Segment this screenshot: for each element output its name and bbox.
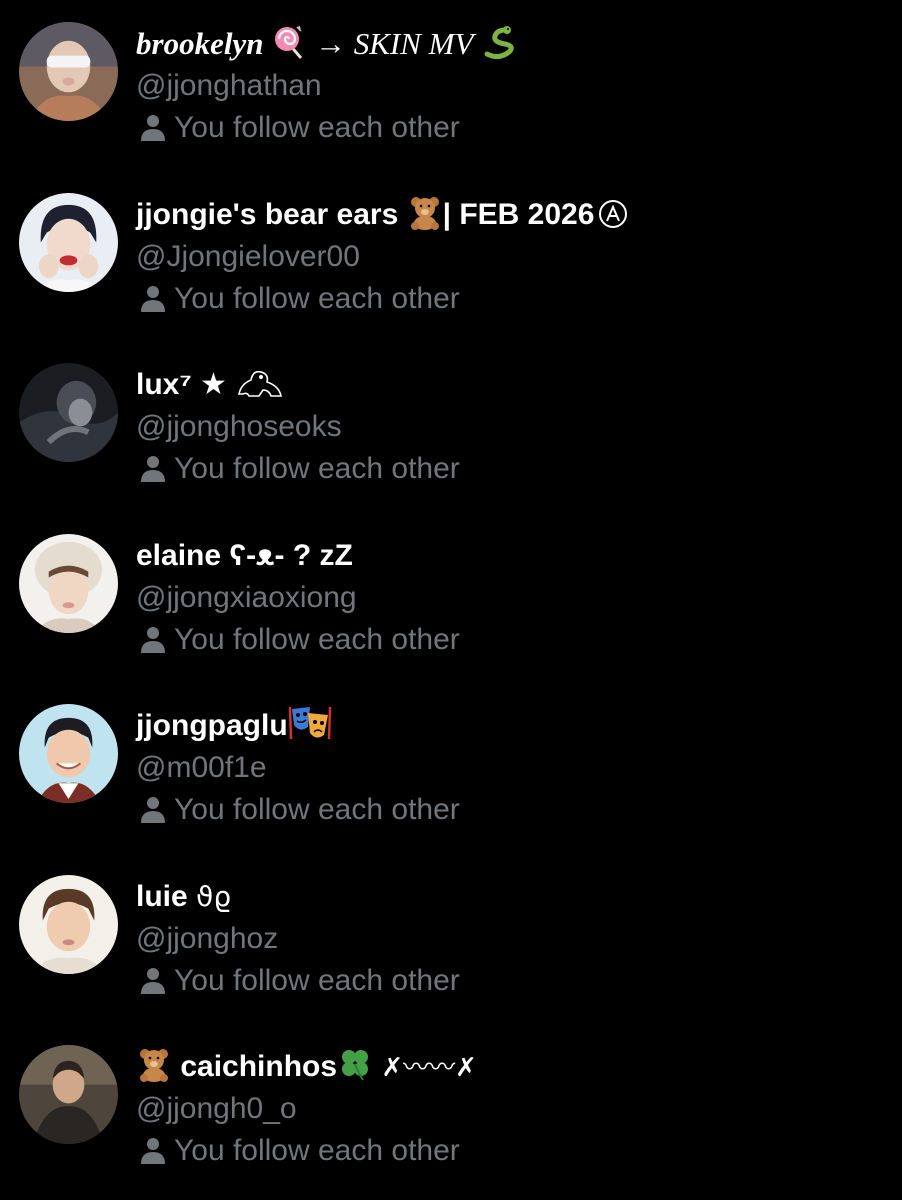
four-leaf-clover-emoji [337, 1046, 373, 1082]
person-icon [140, 625, 166, 653]
display-name[interactable]: luie ϑϱ [136, 875, 231, 919]
display-name[interactable]: lux⁷ ★ [136, 363, 285, 407]
user-handle[interactable]: @jjonghoseoks [136, 407, 342, 447]
follow-status-text: You follow each other [174, 111, 460, 144]
user-handle[interactable]: @jjongh0_o [136, 1089, 297, 1129]
avatar[interactable] [19, 1045, 118, 1144]
follow-status-text: You follow each other [174, 623, 460, 656]
teddy-bear-emoji [136, 1046, 172, 1082]
display-name[interactable]: brookelyn → SKIN MV [136, 22, 517, 66]
avatar[interactable] [19, 22, 118, 121]
avatar[interactable] [19, 704, 118, 803]
person-icon [140, 113, 166, 141]
display-name-text: lux⁷ ★ [136, 368, 236, 401]
display-name[interactable]: jjongie's bear ears | FEB 2026 [136, 193, 628, 237]
avatar[interactable] [19, 193, 118, 292]
avatar[interactable] [19, 875, 118, 974]
user-handle[interactable]: @jjonghoz [136, 919, 278, 959]
user-row[interactable]: jjongpaglu @m00f1e You follow each other [0, 682, 902, 842]
person-icon [140, 1136, 166, 1164]
person-icon [140, 454, 166, 482]
display-name-text: elaine ʕ-ᴥ- ? zZ [136, 539, 353, 572]
user-handle[interactable]: @jjongxiaoxiong [136, 578, 357, 618]
circled-a-icon [598, 199, 628, 229]
person-icon [140, 966, 166, 994]
follow-status-text: You follow each other [174, 964, 460, 997]
user-row[interactable]: luie ϑϱ @jjonghoz You follow each other [0, 853, 902, 1013]
person-icon [140, 795, 166, 823]
display-name-text: jjongpaglu [136, 709, 288, 742]
follow-status: You follow each other [140, 279, 460, 319]
follow-status: You follow each other [140, 449, 460, 489]
user-row[interactable]: jjongie's bear ears | FEB 2026 @Jjongiel… [0, 171, 902, 331]
user-handle[interactable]: @Jjongielover00 [136, 237, 360, 277]
display-name-text: brookelyn [136, 26, 264, 61]
follow-status: You follow each other [140, 1131, 460, 1171]
display-name[interactable]: elaine ʕ-ᴥ- ? zZ [136, 534, 353, 578]
follow-status-text: You follow each other [174, 793, 460, 826]
performing-arts-emoji [288, 705, 332, 741]
display-name-suffix: → SKIN MV [314, 26, 481, 61]
user-row[interactable]: elaine ʕ-ᴥ- ? zZ @jjongxiaoxiong You fol… [0, 512, 902, 672]
user-row[interactable]: lux⁷ ★ @jjonghoseoks You follow each oth… [0, 341, 902, 501]
user-row[interactable]: caichinhos ✗〰〰✗ @jjongh0_o You follow ea… [0, 1023, 902, 1183]
avatar[interactable] [19, 363, 118, 462]
snake-emoji [481, 24, 517, 60]
follow-status: You follow each other [140, 961, 460, 1001]
display-name-suffix: ✗〰〰✗ [373, 1053, 477, 1083]
lollipop-emoji [271, 24, 307, 60]
follow-status-text: You follow each other [174, 452, 460, 485]
user-handle[interactable]: @m00f1e [136, 748, 267, 788]
frog-outline-emoji [235, 364, 285, 400]
person-icon [140, 284, 166, 312]
follow-status: You follow each other [140, 790, 460, 830]
display-name-text: caichinhos [180, 1050, 338, 1083]
follow-status-text: You follow each other [174, 282, 460, 315]
display-name[interactable]: jjongpaglu [136, 704, 332, 748]
display-name-text: jjongie's bear ears [136, 198, 407, 231]
avatar[interactable] [19, 534, 118, 633]
user-row[interactable]: brookelyn → SKIN MV @jjonghathan You fol… [0, 0, 902, 160]
follow-status: You follow each other [140, 620, 460, 660]
follow-status: You follow each other [140, 108, 460, 148]
follow-status-text: You follow each other [174, 1134, 460, 1167]
display-name-suffix: | FEB 2026 [442, 198, 595, 231]
user-handle[interactable]: @jjonghathan [136, 66, 322, 106]
display-name[interactable]: caichinhos ✗〰〰✗ [136, 1045, 477, 1089]
display-name-symbols: ϑϱ [196, 880, 232, 913]
teddy-bear-emoji [407, 194, 443, 230]
display-name-text: luie [136, 880, 197, 913]
